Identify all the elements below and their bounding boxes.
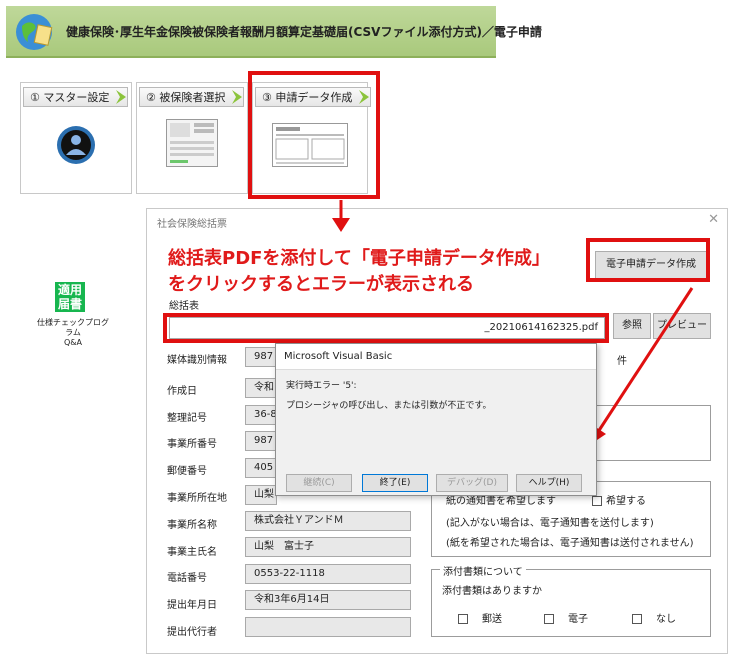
continue-button[interactable]: 継続(C) <box>286 474 352 492</box>
arrows-overlay <box>332 200 694 446</box>
help-button[interactable]: ヘルプ(H) <box>516 474 582 492</box>
end-button[interactable]: 終了(E) <box>362 474 428 492</box>
debug-button[interactable]: デバッグ(D) <box>436 474 508 492</box>
vb-error-message: プロシージャの呼び出し、または引数が不正です。 <box>286 401 492 411</box>
arrow-down-head <box>332 218 350 232</box>
vb-error-dialog: Microsoft Visual Basic 実行時エラー '5': プロシージ… <box>275 343 597 496</box>
vb-error-line: 実行時エラー '5': <box>286 381 357 391</box>
arrow-diagonal-line <box>596 287 694 433</box>
vb-title: Microsoft Visual Basic <box>276 344 596 370</box>
